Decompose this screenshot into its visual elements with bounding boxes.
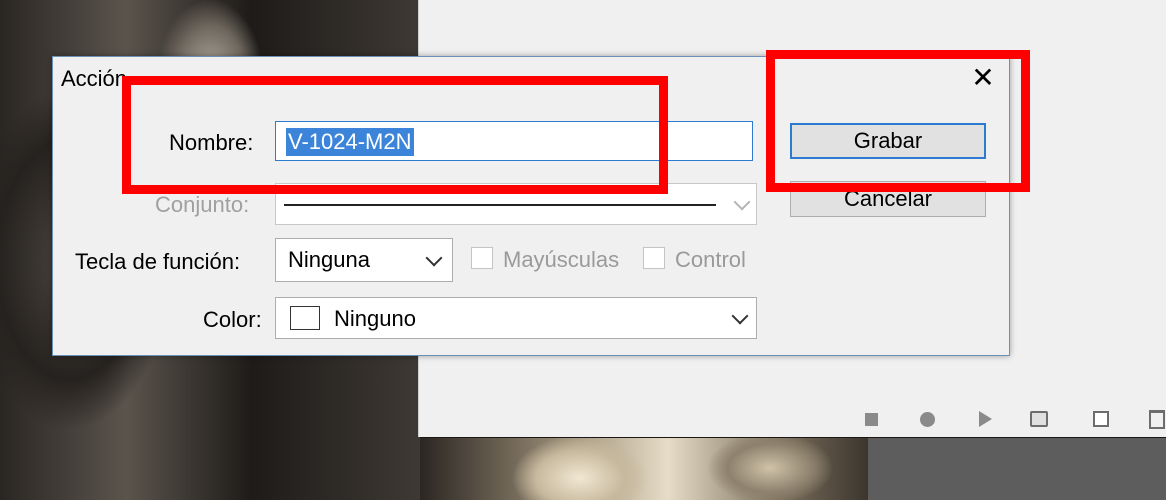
background-photo-bottom	[420, 438, 870, 500]
mayusculas-checkbox[interactable]	[471, 247, 493, 269]
folder-icon[interactable]	[1030, 410, 1048, 428]
conjunto-label: Conjunto:	[155, 192, 250, 217]
dialog-title: Acción	[61, 66, 128, 91]
annotation-box-grabar	[766, 50, 1030, 192]
play-icon[interactable]	[976, 410, 994, 428]
record-icon[interactable]	[918, 410, 936, 428]
mayusculas-label: Mayúsculas	[503, 247, 620, 272]
color-select[interactable]: Ninguno	[275, 297, 757, 339]
stop-icon[interactable]	[862, 410, 880, 428]
color-swatch	[290, 306, 320, 330]
color-label: Color:	[203, 307, 262, 332]
annotation-box-nombre	[122, 76, 668, 194]
tecla-select[interactable]: Ninguna	[275, 238, 453, 282]
chevron-down-icon	[731, 307, 749, 325]
chevron-down-icon	[425, 249, 443, 267]
tecla-label: Tecla de función:	[75, 249, 241, 274]
control-checkbox[interactable]	[643, 247, 665, 269]
actions-panel-toolbar	[848, 404, 1166, 434]
chevron-down-icon	[733, 193, 751, 211]
trash-icon[interactable]	[1148, 409, 1166, 429]
background-gray-area	[868, 438, 1166, 500]
tecla-value: Ninguna	[288, 247, 370, 272]
new-action-icon[interactable]	[1092, 410, 1110, 428]
control-label: Control	[675, 247, 746, 272]
color-value: Ninguno	[334, 306, 416, 331]
